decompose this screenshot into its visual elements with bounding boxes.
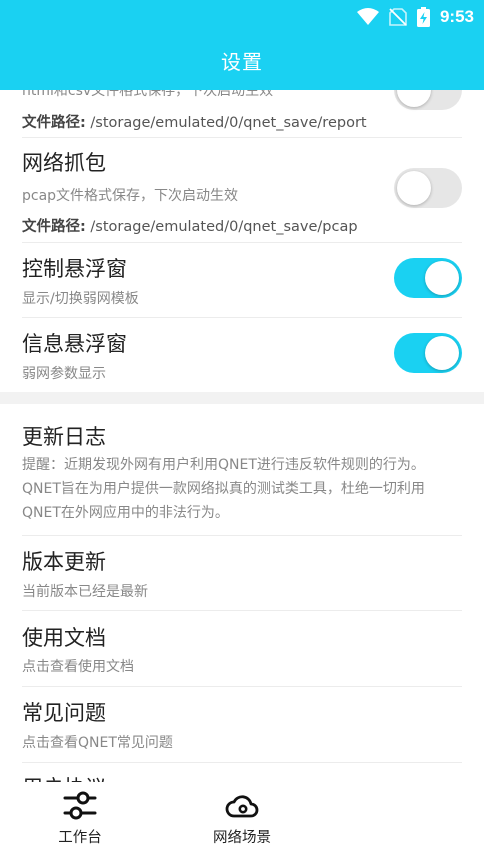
user-agreement-title[interactable]: 用户协议 xyxy=(22,772,106,782)
status-time: 9:53 xyxy=(439,7,474,26)
info-float-title: 信息悬浮窗 xyxy=(22,332,127,356)
control-float-subtitle: 显示/切换弱网模板 xyxy=(22,291,139,307)
status-bar: 9:53 xyxy=(356,0,474,34)
toggle-knob xyxy=(397,171,431,205)
control-float-toggle[interactable] xyxy=(394,258,462,298)
packet-capture-path: 文件路径: /storage/emulated/0/qnet_save/pcap xyxy=(22,215,358,236)
packet-capture-path-value: /storage/emulated/0/qnet_save/pcap xyxy=(85,219,358,235)
toggle-knob xyxy=(425,336,459,370)
divider xyxy=(22,242,462,243)
divider xyxy=(22,762,462,763)
packet-capture-toggle[interactable] xyxy=(394,168,462,208)
battery-charging-icon xyxy=(416,7,430,27)
report-path-value: /storage/emulated/0/qnet_save/report xyxy=(85,115,367,131)
packet-capture-title: 网络抓包 xyxy=(22,151,106,175)
cloud-icon xyxy=(225,795,259,818)
docs-title: 使用文档 xyxy=(22,626,106,650)
report-path-label: 文件路径: xyxy=(22,115,86,131)
toggle-knob xyxy=(425,261,459,295)
faq-subtitle: 点击查看QNET常见问题 xyxy=(22,735,173,751)
nav-network-scenes[interactable]: 网络场景 xyxy=(182,790,302,847)
version-update-title: 版本更新 xyxy=(22,550,106,574)
nav-workbench[interactable]: 工作台 xyxy=(20,790,140,847)
nav-network-scenes-label: 网络场景 xyxy=(213,830,271,846)
no-sim-icon xyxy=(389,8,407,26)
docs-subtitle: 点击查看使用文档 xyxy=(22,659,134,675)
sliders-icon xyxy=(63,791,97,820)
page-title: 设置 xyxy=(221,50,263,74)
divider xyxy=(22,317,462,318)
packet-capture-path-label: 文件路径: xyxy=(22,219,86,235)
packet-capture-subtitle: pcap文件格式保存，下次启动生效 xyxy=(22,188,239,204)
changelog-title: 更新日志 xyxy=(22,425,106,449)
info-float-subtitle: 弱网参数显示 xyxy=(22,366,106,382)
control-float-title: 控制悬浮窗 xyxy=(22,257,127,281)
settings-list: html和csv文件格式保存，下次启动生效 文件路径: /storage/emu… xyxy=(0,0,484,782)
faq-title: 常见问题 xyxy=(22,701,106,725)
bottom-nav: 工作台 网络场景 xyxy=(0,782,484,860)
changelog-description: 提醒：近期发现外网有用户利用QNET进行违反软件规则的行为。QNET旨在为用户提… xyxy=(22,457,425,521)
report-path: 文件路径: /storage/emulated/0/qnet_save/repo… xyxy=(22,111,367,132)
nav-workbench-label: 工作台 xyxy=(58,830,102,846)
info-float-toggle[interactable] xyxy=(394,333,462,373)
section-gap xyxy=(0,392,484,404)
app-header: 9:53 设置 xyxy=(0,0,484,90)
version-update-subtitle: 当前版本已经是最新 xyxy=(22,584,148,600)
wifi-icon xyxy=(356,8,379,25)
